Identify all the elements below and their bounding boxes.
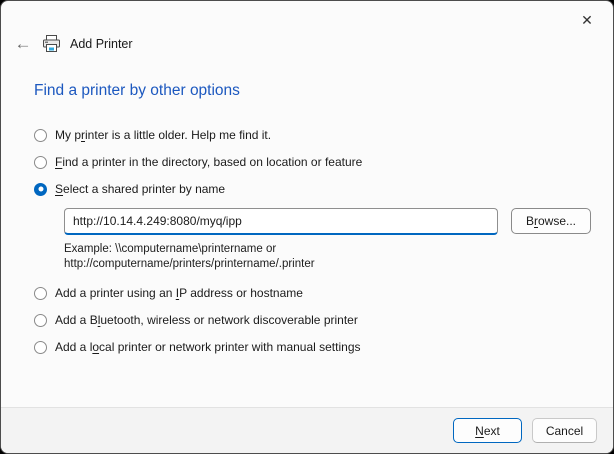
- radio-bluetooth-wireless[interactable]: Add a Bluetooth, wireless or network dis…: [34, 312, 597, 328]
- browse-button[interactable]: Browse...: [511, 208, 591, 234]
- close-icon[interactable]: ✕: [571, 7, 603, 33]
- radio-circle[interactable]: [34, 313, 47, 327]
- printer-options-group: My printer is a little older. Help me fi…: [34, 127, 597, 366]
- back-icon[interactable]: ←: [13, 34, 33, 54]
- radio-circle[interactable]: [34, 128, 47, 142]
- dialog-header: ← Add Printer: [13, 34, 133, 54]
- example-line-1: Example: \\computername\printername or: [64, 243, 277, 255]
- example-line-2: http://computername/printers/printername…: [64, 258, 315, 270]
- next-button[interactable]: Next: [453, 418, 522, 443]
- radio-find-in-directory[interactable]: Find a printer in the directory, based o…: [34, 154, 597, 170]
- radio-circle[interactable]: [34, 155, 47, 169]
- radio-label: Add a local printer or network printer w…: [55, 340, 361, 354]
- radio-older-printer[interactable]: My printer is a little older. Help me fi…: [34, 127, 597, 143]
- page-title: Add Printer: [70, 37, 133, 51]
- radio-label: Add a Bluetooth, wireless or network dis…: [55, 313, 358, 327]
- cancel-button[interactable]: Cancel: [532, 418, 597, 443]
- section-heading: Find a printer by other options: [34, 82, 240, 99]
- radio-label: Find a printer in the directory, based o…: [55, 155, 363, 169]
- add-printer-dialog: ✕ ← Add Printer Find a printer by other …: [0, 0, 614, 454]
- example-hint-text: Example: \\computername\printername or h…: [34, 242, 597, 272]
- radio-label: My printer is a little older. Help me fi…: [55, 128, 272, 142]
- shared-printer-input-row: Browse...: [34, 208, 597, 235]
- radio-circle[interactable]: [34, 182, 47, 196]
- dialog-footer: Next Cancel: [1, 407, 613, 453]
- radio-circle[interactable]: [34, 340, 47, 354]
- radio-ip-address[interactable]: Add a printer using an IP address or hos…: [34, 285, 597, 301]
- radio-local-printer-manual[interactable]: Add a local printer or network printer w…: [34, 339, 597, 355]
- shared-printer-url-input[interactable]: [64, 208, 498, 235]
- radio-circle[interactable]: [34, 286, 47, 300]
- radio-label: Add a printer using an IP address or hos…: [55, 286, 303, 300]
- radio-label: Select a shared printer by name: [55, 182, 226, 196]
- printer-icon: [41, 34, 62, 54]
- radio-shared-printer-by-name[interactable]: Select a shared printer by name: [34, 181, 597, 197]
